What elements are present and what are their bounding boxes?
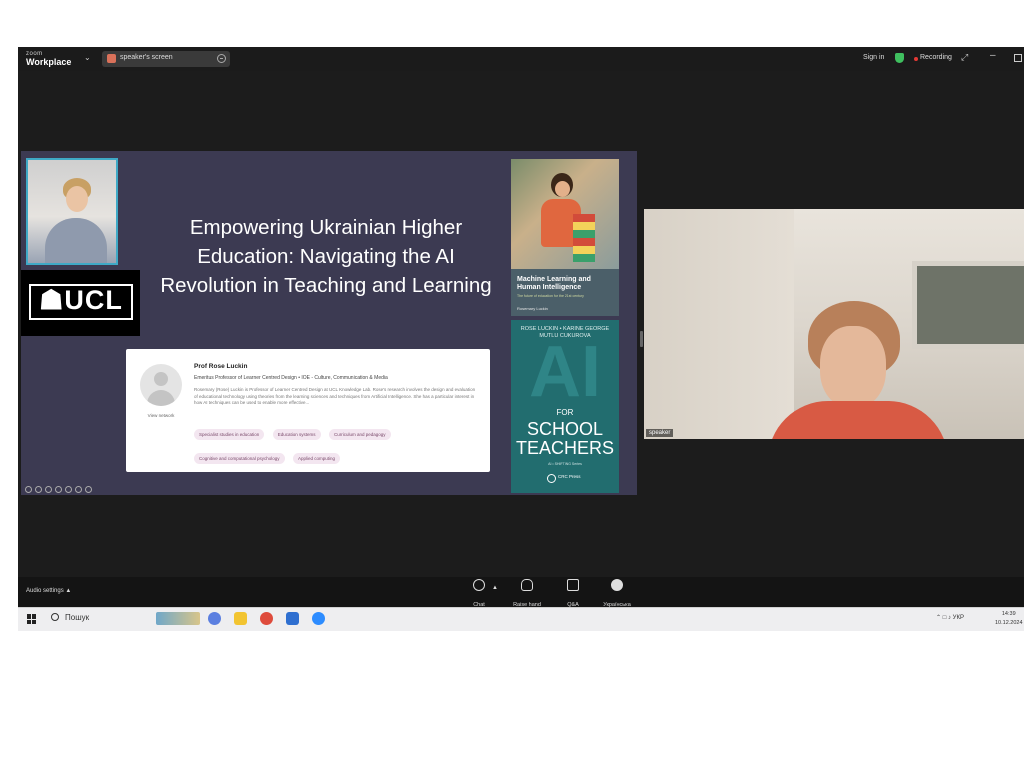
windows-taskbar: Пошук ⌃ □ ♪ УКР 14:39 10.12.2024 xyxy=(18,607,1024,631)
system-tray[interactable]: ⌃ □ ♪ УКР xyxy=(936,614,964,621)
slide-prev-icon[interactable] xyxy=(25,486,32,493)
grid-view-icon[interactable] xyxy=(55,486,62,493)
recording-label[interactable]: Recording xyxy=(920,54,952,61)
book-cover-machine-learning: Machine Learning and Human Intelligence … xyxy=(511,159,619,316)
speaker-body xyxy=(768,401,948,439)
zoom-app-icon[interactable] xyxy=(312,612,325,625)
presenter-photo xyxy=(26,158,118,265)
meeting-toolbar: Audio settings ▲ Chat ▲ Raise hand Q&A У… xyxy=(18,577,1024,608)
copilot-icon[interactable] xyxy=(208,612,221,625)
raise-hand-icon xyxy=(521,579,533,591)
title-bar: zoom Workplace ⌄ speaker's screen Sign i… xyxy=(18,47,1024,71)
screen-share-label: speaker's screen xyxy=(120,54,173,61)
photo-body xyxy=(45,218,107,263)
book-for: FOR xyxy=(556,408,574,417)
weather-widget-icon[interactable] xyxy=(156,612,200,625)
shared-slide: ☗UCL Empowering Ukrainian Higher Educati… xyxy=(21,151,640,603)
panel-resize-handle[interactable] xyxy=(640,331,643,347)
avatar-shoulders xyxy=(147,390,175,406)
slide-next-icon[interactable] xyxy=(85,486,92,493)
tag: Specialist studies in education xyxy=(194,429,265,440)
chat-caret-icon[interactable]: ▲ xyxy=(492,585,498,591)
audio-settings-button[interactable]: Audio settings ▲ xyxy=(26,588,71,594)
share-screen-icon xyxy=(107,54,116,63)
chrome-icon[interactable] xyxy=(260,612,273,625)
avatar-head xyxy=(154,372,168,386)
book-author: Rosemary Luckin xyxy=(517,306,548,311)
book-subtitle: The future of education for the 21st cen… xyxy=(517,294,584,298)
profile-card: View network Prof Rose Luckin Emeritus P… xyxy=(126,349,490,472)
book-title-line2: TEACHERS xyxy=(515,438,614,458)
security-shield-icon[interactable] xyxy=(895,53,904,63)
search-icon[interactable] xyxy=(51,613,59,621)
toy-blocks xyxy=(573,214,595,262)
more-options-icon[interactable] xyxy=(75,486,82,493)
sign-in-link[interactable]: Sign in xyxy=(863,54,884,61)
app-logo: zoom Workplace xyxy=(26,50,72,67)
taskbar-search-input[interactable]: Пошук xyxy=(65,613,89,622)
window-maximize-button[interactable] xyxy=(1014,54,1022,62)
pen-icon[interactable] xyxy=(35,486,42,493)
audio-settings-label: Audio settings xyxy=(26,588,64,594)
book-big-ai: AI xyxy=(529,332,601,412)
publisher-logo-icon xyxy=(547,474,556,483)
view-network-link: View network xyxy=(147,413,175,418)
slide-controls xyxy=(25,485,115,495)
zoom-window: zoom Workplace ⌄ speaker's screen Sign i… xyxy=(18,47,1024,631)
tag: Education systems xyxy=(272,429,321,440)
book-series: AI • SHIFTING Series xyxy=(548,462,582,466)
subtitles-icon[interactable] xyxy=(65,486,72,493)
book-cover-photo xyxy=(511,159,619,269)
book-title-line1: SCHOOL xyxy=(526,419,604,439)
avatar xyxy=(140,364,182,406)
profile-bio: Rosemary (Rose) Luckin is Professor of L… xyxy=(194,387,476,405)
ucl-logo-text: ☗UCL xyxy=(39,285,123,315)
file-explorer-icon[interactable] xyxy=(234,612,247,625)
speaker-name-label: speaker xyxy=(646,429,674,437)
chevron-down-icon[interactable]: ⌄ xyxy=(84,53,91,62)
ucl-logo: ☗UCL xyxy=(21,270,140,336)
book-cover-ai-for-school-teachers: ROSE LUCKIN • KARINE GEORGE MUTLU CUKURO… xyxy=(511,320,619,493)
clock-date: 10.12.2024 xyxy=(995,620,1023,626)
taskbar-clock[interactable]: 14:39 10.12.2024 xyxy=(995,610,1023,628)
tag: Cognitive and computational psychology xyxy=(194,453,285,464)
video-background-window xyxy=(912,261,1024,349)
tag: Applied computing xyxy=(293,453,341,464)
child-face xyxy=(555,181,570,197)
notepad-icon[interactable] xyxy=(286,612,299,625)
zoom-icon[interactable] xyxy=(45,486,52,493)
book-title: SCHOOL TEACHERS xyxy=(511,420,619,458)
expand-icon[interactable]: ⤢ xyxy=(961,52,968,63)
speaker-video-tile[interactable]: speaker xyxy=(644,209,1024,439)
globe-icon xyxy=(611,579,623,591)
photo-face xyxy=(66,186,88,212)
qa-icon xyxy=(567,579,579,591)
video-background-shelf xyxy=(644,209,794,439)
clock-time: 14:39 xyxy=(1001,611,1016,617)
publisher-logo: CRC Press xyxy=(547,473,583,485)
app-logo-name: Workplace xyxy=(26,57,72,67)
window-minimize-button[interactable]: – xyxy=(990,50,996,61)
slide-title: Empowering Ukrainian Higher Education: N… xyxy=(160,216,492,297)
language-indicator[interactable]: УКР xyxy=(953,615,964,621)
recording-dot-icon xyxy=(914,57,918,61)
profile-role: Emeritus Professor of Learner Centred De… xyxy=(194,375,388,381)
chat-icon xyxy=(473,579,485,591)
windows-start-icon[interactable] xyxy=(27,614,37,624)
profile-name: Prof Rose Luckin xyxy=(194,363,248,370)
publisher-name: CRC Press xyxy=(558,474,581,479)
speaker-face xyxy=(820,326,886,408)
screen-share-tab[interactable]: speaker's screen xyxy=(102,51,230,67)
book-title: Machine Learning and Human Intelligence xyxy=(517,276,591,291)
minimize-share-icon[interactable] xyxy=(217,54,226,63)
profile-tags: Specialist studies in education Educatio… xyxy=(194,423,484,471)
tag: Curriculum and pedagogy xyxy=(328,429,391,440)
